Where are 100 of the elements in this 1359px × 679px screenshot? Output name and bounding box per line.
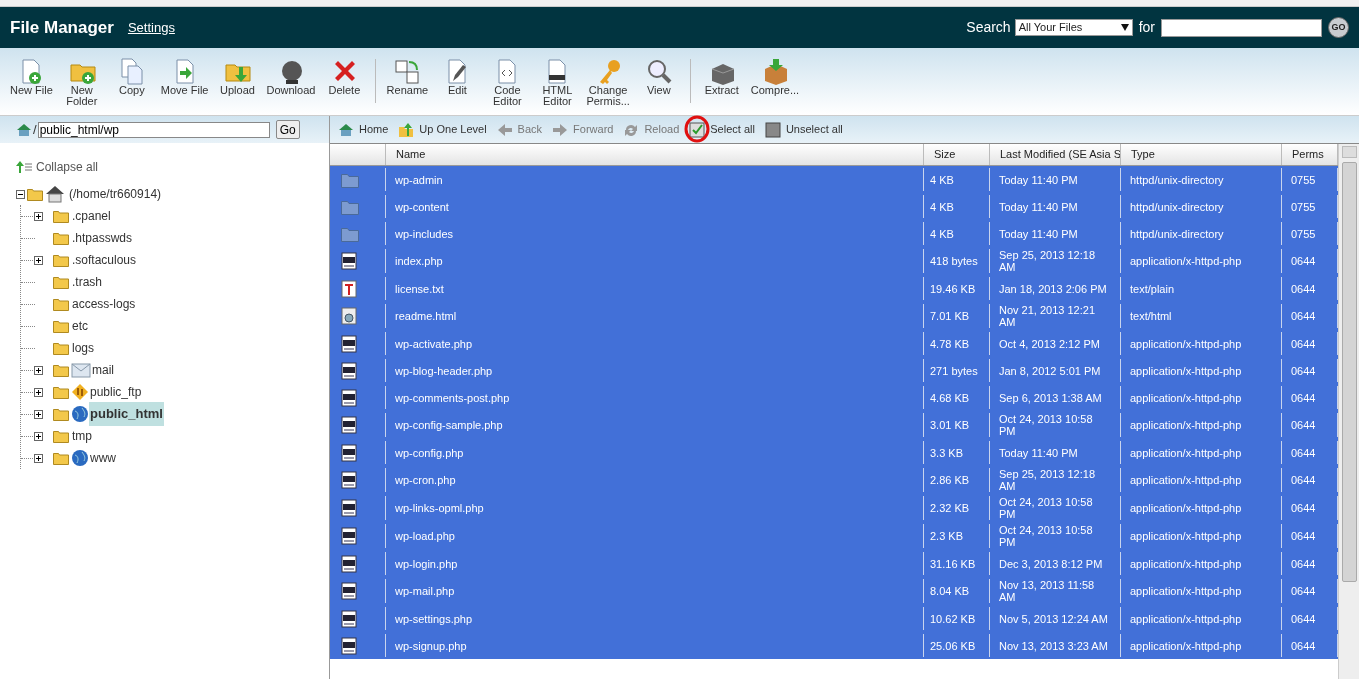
path-field[interactable]: public_html/wp (37, 121, 270, 138)
expand-icon[interactable] (34, 211, 43, 221)
app-title: File Manager (10, 16, 114, 39)
expand-icon[interactable] (34, 387, 43, 397)
file-row[interactable]: wp-blog-header.php 271 bytes Jan 8, 2012 5:01 PM application/x-httpd-php 0644 (330, 357, 1338, 384)
table-cell-text: Nov 13, 2013 11:58 AM (999, 579, 1096, 603)
tree-item[interactable]: access-logs (71, 295, 137, 313)
folder-icon (53, 319, 69, 333)
back-arrow-icon (496, 121, 513, 138)
file-row[interactable]: wp-includes 4 KB Today 11:40 PM httpd/unix-directory 0755 (330, 220, 1338, 247)
table-cell: 0644 (1291, 364, 1316, 377)
toolbar-button[interactable]: Copy (106, 57, 157, 96)
table-cell: application/x-httpd-php (1130, 502, 1242, 514)
tree-item[interactable]: .softaculous (71, 251, 138, 269)
tree-item[interactable]: .htpasswds (71, 229, 134, 247)
folder-icon (341, 225, 359, 242)
rename-icon (393, 57, 422, 85)
table-cell: application/x-httpd-php (1130, 612, 1242, 625)
toolbar-button[interactable]: Move File (156, 57, 213, 96)
table-cell: 0644 (1291, 419, 1316, 431)
file-row[interactable]: wp-signup.php 25.06 KB Nov 13, 2013 3:23 AM application/x-httpd-php 0644 (330, 632, 1338, 659)
file-row[interactable]: license.txt 19.46 KB Jan 18, 2013 2:06 PM text/plain 0644 (330, 275, 1338, 302)
table-cell: wp-content (395, 200, 449, 213)
go-button[interactable]: GO (1328, 17, 1349, 38)
table-cell: application/x-httpd-php (1130, 391, 1242, 404)
table-cell: wp-admin (395, 173, 443, 186)
table-cell: 31.16 KB (930, 557, 976, 570)
tree-item[interactable]: .cpanel (71, 207, 112, 225)
folder-icon (341, 171, 359, 188)
expand-icon[interactable] (34, 409, 43, 419)
table-cell: Dec 3, 2013 8:12 PM (999, 557, 1103, 570)
file-row[interactable]: wp-comments-post.php 4.68 KB Sep 6, 2013 1:38 AM application/x-httpd-php 0644 (330, 384, 1338, 411)
php-file-icon (341, 361, 357, 380)
table-cell: 2.86 KB (930, 474, 970, 486)
file-row[interactable]: wp-config.php 3.3 KB Today 11:40 PM application/x-httpd-php 0644 (330, 439, 1338, 466)
tree-item[interactable]: www (89, 449, 117, 467)
tree-item[interactable]: public_ftp (89, 383, 143, 401)
nav-button[interactable]: Unselect all (764, 121, 843, 138)
file-row[interactable]: wp-login.php 31.16 KB Dec 3, 2013 8:12 PM application/x-httpd-php 0644 (330, 550, 1338, 577)
toolbar-button[interactable]: Upload (212, 57, 263, 96)
expand-icon[interactable] (34, 255, 43, 265)
file-row[interactable]: wp-cron.php 2.86 KB Sep 25, 2013 12:18 AM application/x-httpd-php 0644 (330, 466, 1338, 494)
column-header[interactable]: Last Modified (SE Asia S (990, 144, 1121, 165)
column-header[interactable]: Name (386, 144, 924, 165)
table-cell: wp-signup.php (395, 639, 467, 652)
table-cell: 0644 (1291, 310, 1316, 322)
toolbar-button[interactable]: HTML Editor (532, 57, 583, 107)
file-row[interactable]: wp-links-opml.php 2.32 KB Oct 24, 2013 10:58 PM application/x-httpd-php 0644 (330, 494, 1338, 522)
toolbar-button[interactable]: New Folder (56, 57, 107, 107)
table-cell: application/x-httpd-php (1130, 530, 1242, 542)
toolbar-button[interactable]: Code Editor (482, 57, 533, 107)
home-icon (338, 121, 354, 138)
collapse-icon[interactable] (16, 189, 25, 199)
toolbar-button[interactable]: Edit (432, 57, 483, 96)
php-file-icon (341, 554, 357, 573)
file-row[interactable]: wp-config-sample.php 3.01 KB Oct 24, 2013 10:58 PM application/x-httpd-php 0644 (330, 411, 1338, 439)
toolbar-button[interactable]: Delete (319, 57, 370, 96)
tree-item[interactable]: .trash (71, 273, 103, 291)
table-cell-text: Oct 24, 2013 10:58 PM (999, 413, 1094, 437)
nav-button[interactable]: Up One Level (398, 121, 487, 138)
expand-icon[interactable] (34, 431, 43, 441)
column-header[interactable]: Type (1121, 144, 1282, 165)
toolbar-button[interactable]: Change Permis... (582, 57, 634, 107)
file-row[interactable]: readme.html 7.01 KB Nov 21, 2013 12:21 AM text/html 0644 (330, 302, 1338, 330)
file-row[interactable]: wp-activate.php 4.78 KB Oct 4, 2013 2:12 PM application/x-httpd-php 0644 (330, 330, 1338, 357)
file-row[interactable]: index.php 418 bytes Sep 25, 2013 12:18 AM application/x-httpd-php 0644 (330, 247, 1338, 275)
file-row[interactable]: wp-settings.php 10.62 KB Nov 5, 2013 12:24 AM application/x-httpd-php 0644 (330, 605, 1338, 632)
table-cell: 418 bytes (930, 255, 978, 267)
toolbar-button[interactable]: New File (6, 57, 57, 96)
toolbar-button[interactable]: View (633, 57, 684, 96)
nav-button[interactable]: Home (338, 121, 389, 138)
settings-link[interactable]: Settings (127, 17, 175, 38)
folder-icon (53, 297, 69, 311)
tree-item[interactable]: logs (71, 339, 95, 357)
search-field[interactable] (1161, 18, 1322, 37)
toolbar-button[interactable]: Extract (696, 57, 747, 96)
folder-icon (53, 275, 69, 289)
toolbar-button[interactable]: Compre... (746, 57, 804, 96)
collapse-all-button[interactable]: Collapse all (16, 158, 99, 176)
nav-button[interactable]: Select all (689, 121, 755, 138)
tree-item[interactable]: mail (91, 361, 115, 379)
expand-icon[interactable] (34, 453, 43, 463)
tree-item[interactable]: tmp (71, 427, 93, 445)
file-row[interactable]: wp-content 4 KB Today 11:40 PM httpd/unix-directory 0755 (330, 193, 1338, 220)
tree-item[interactable]: public_html (89, 402, 164, 426)
table-cell: httpd/unix-directory (1130, 200, 1224, 213)
tree-item[interactable]: (/home/tr660914) (69, 185, 162, 203)
file-row[interactable]: wp-admin 4 KB Today 11:40 PM httpd/unix-directory 0755 (330, 166, 1338, 193)
toolbar-button[interactable]: Download (262, 57, 320, 96)
file-row[interactable]: wp-load.php 2.3 KB Oct 24, 2013 10:58 PM application/x-httpd-php 0644 (330, 522, 1338, 550)
file-row[interactable]: wp-mail.php 8.04 KB Nov 13, 2013 11:58 AM application/x-httpd-php 0644 (330, 577, 1338, 605)
tree-item[interactable]: etc (71, 317, 89, 335)
dropdown-arrow-icon (1120, 24, 1129, 31)
expand-icon[interactable] (34, 365, 43, 375)
php-file-icon (341, 252, 357, 270)
search-scope-select[interactable]: All Your Files (1014, 19, 1133, 36)
toolbar-button[interactable]: Rename (382, 57, 433, 96)
table-cell: 0755 (1291, 227, 1316, 240)
path-go-button[interactable]: Go (275, 120, 300, 139)
column-header[interactable]: Size (924, 144, 990, 165)
